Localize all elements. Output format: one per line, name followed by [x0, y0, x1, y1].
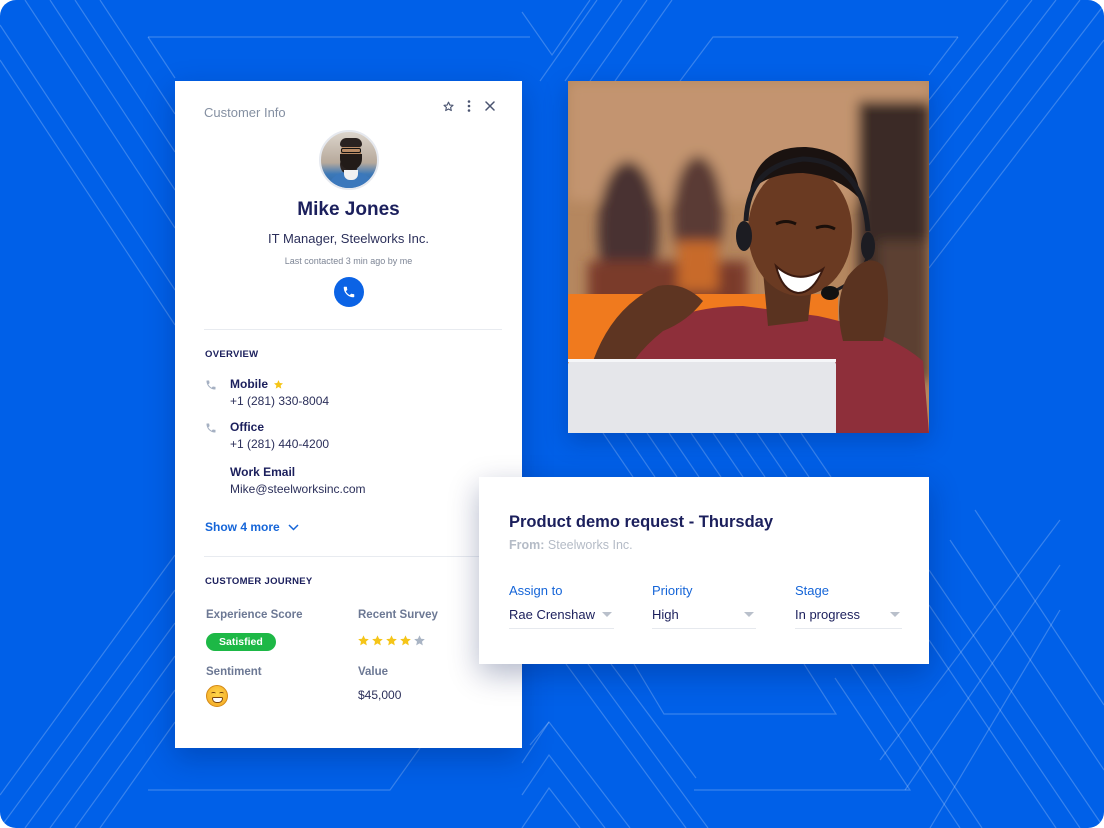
card-title: Customer Info: [204, 105, 286, 120]
contact-label: Office: [230, 420, 265, 434]
assign-to-value: Rae Crenshaw: [509, 607, 595, 622]
favorite-star-icon: [274, 379, 283, 389]
recent-survey-label: Recent Survey: [358, 609, 438, 621]
priority-field: Priority High: [652, 583, 756, 629]
star-filled-icon: [358, 635, 369, 646]
star-filled-icon: [400, 635, 411, 646]
assign-to-select[interactable]: Rae Crenshaw: [509, 607, 614, 629]
contact-value: Mike@steelworksinc.com: [230, 482, 366, 496]
contact-value: +1 (281) 330-8004: [230, 394, 330, 408]
card-header-actions: [442, 99, 496, 113]
divider: [204, 329, 502, 330]
canvas: Customer Info Mike Jones IT Manager, Ste…: [0, 0, 1104, 828]
star-filled-icon: [372, 635, 383, 646]
phone-icon: [206, 423, 216, 433]
assign-to-label: Assign to: [509, 583, 563, 598]
sentiment-label: Sentiment: [206, 666, 262, 678]
contact-label: Work Email: [230, 465, 296, 479]
last-contacted-text: Last contacted 3 min ago by me: [284, 256, 413, 266]
background-line-pattern: [0, 0, 1104, 828]
stage-field: Stage In progress: [795, 583, 902, 629]
experience-score-badge: Satisfied: [206, 633, 276, 651]
overview-heading: OVERVIEW: [205, 349, 259, 360]
stage-value: In progress: [795, 607, 861, 622]
star-filled-icon: [386, 635, 397, 646]
deal-value: $45,000: [358, 688, 402, 702]
stage-select[interactable]: In progress: [795, 607, 902, 629]
request-from: From: Steelworks Inc.: [509, 538, 633, 552]
priority-select[interactable]: High: [652, 607, 756, 629]
customer-journey-heading: CUSTOMER JOURNEY: [205, 576, 313, 587]
customer-job-title: IT Manager, Steelworks Inc.: [268, 231, 429, 246]
dropdown-caret-icon: [602, 612, 612, 617]
customer-name: Mike Jones: [297, 199, 400, 220]
show-more-label: Show 4 more: [205, 520, 280, 534]
survey-rating-stars: [357, 634, 426, 647]
chevron-down-icon: [288, 523, 299, 531]
contact-value: +1 (281) 440-4200: [230, 437, 330, 451]
demo-request-card: Product demo request - Thursday From: St…: [479, 477, 929, 664]
grinning-face-emoji-icon: [206, 685, 228, 707]
stage-label: Stage: [795, 583, 829, 598]
agent-photo: [568, 81, 929, 433]
star-outline-icon[interactable]: [442, 99, 454, 113]
value-label: Value: [358, 666, 389, 678]
show-more-link[interactable]: Show 4 more: [205, 520, 299, 534]
customer-info-card: Customer Info Mike Jones IT Manager, Ste…: [175, 81, 522, 748]
dropdown-caret-icon: [890, 612, 900, 617]
dropdown-caret-icon: [744, 612, 754, 617]
call-button[interactable]: [334, 277, 364, 307]
divider: [204, 556, 502, 557]
from-value: Steelworks Inc.: [547, 538, 633, 552]
priority-label: Priority: [652, 583, 693, 598]
avatar: [319, 130, 379, 190]
experience-score-label: Experience Score: [206, 609, 303, 621]
priority-value: High: [652, 607, 679, 622]
contact-label: Mobile: [230, 377, 268, 391]
phone-icon: [206, 380, 216, 390]
phone-icon: [343, 286, 355, 298]
assign-to-field: Assign to Rae Crenshaw: [509, 583, 614, 629]
close-icon[interactable]: [484, 99, 496, 113]
request-title: Product demo request - Thursday: [509, 513, 774, 531]
agent-photo-illustration: [568, 81, 929, 433]
star-empty-icon: [414, 635, 425, 646]
from-label: From:: [509, 538, 545, 552]
more-vertical-icon[interactable]: [463, 99, 475, 113]
